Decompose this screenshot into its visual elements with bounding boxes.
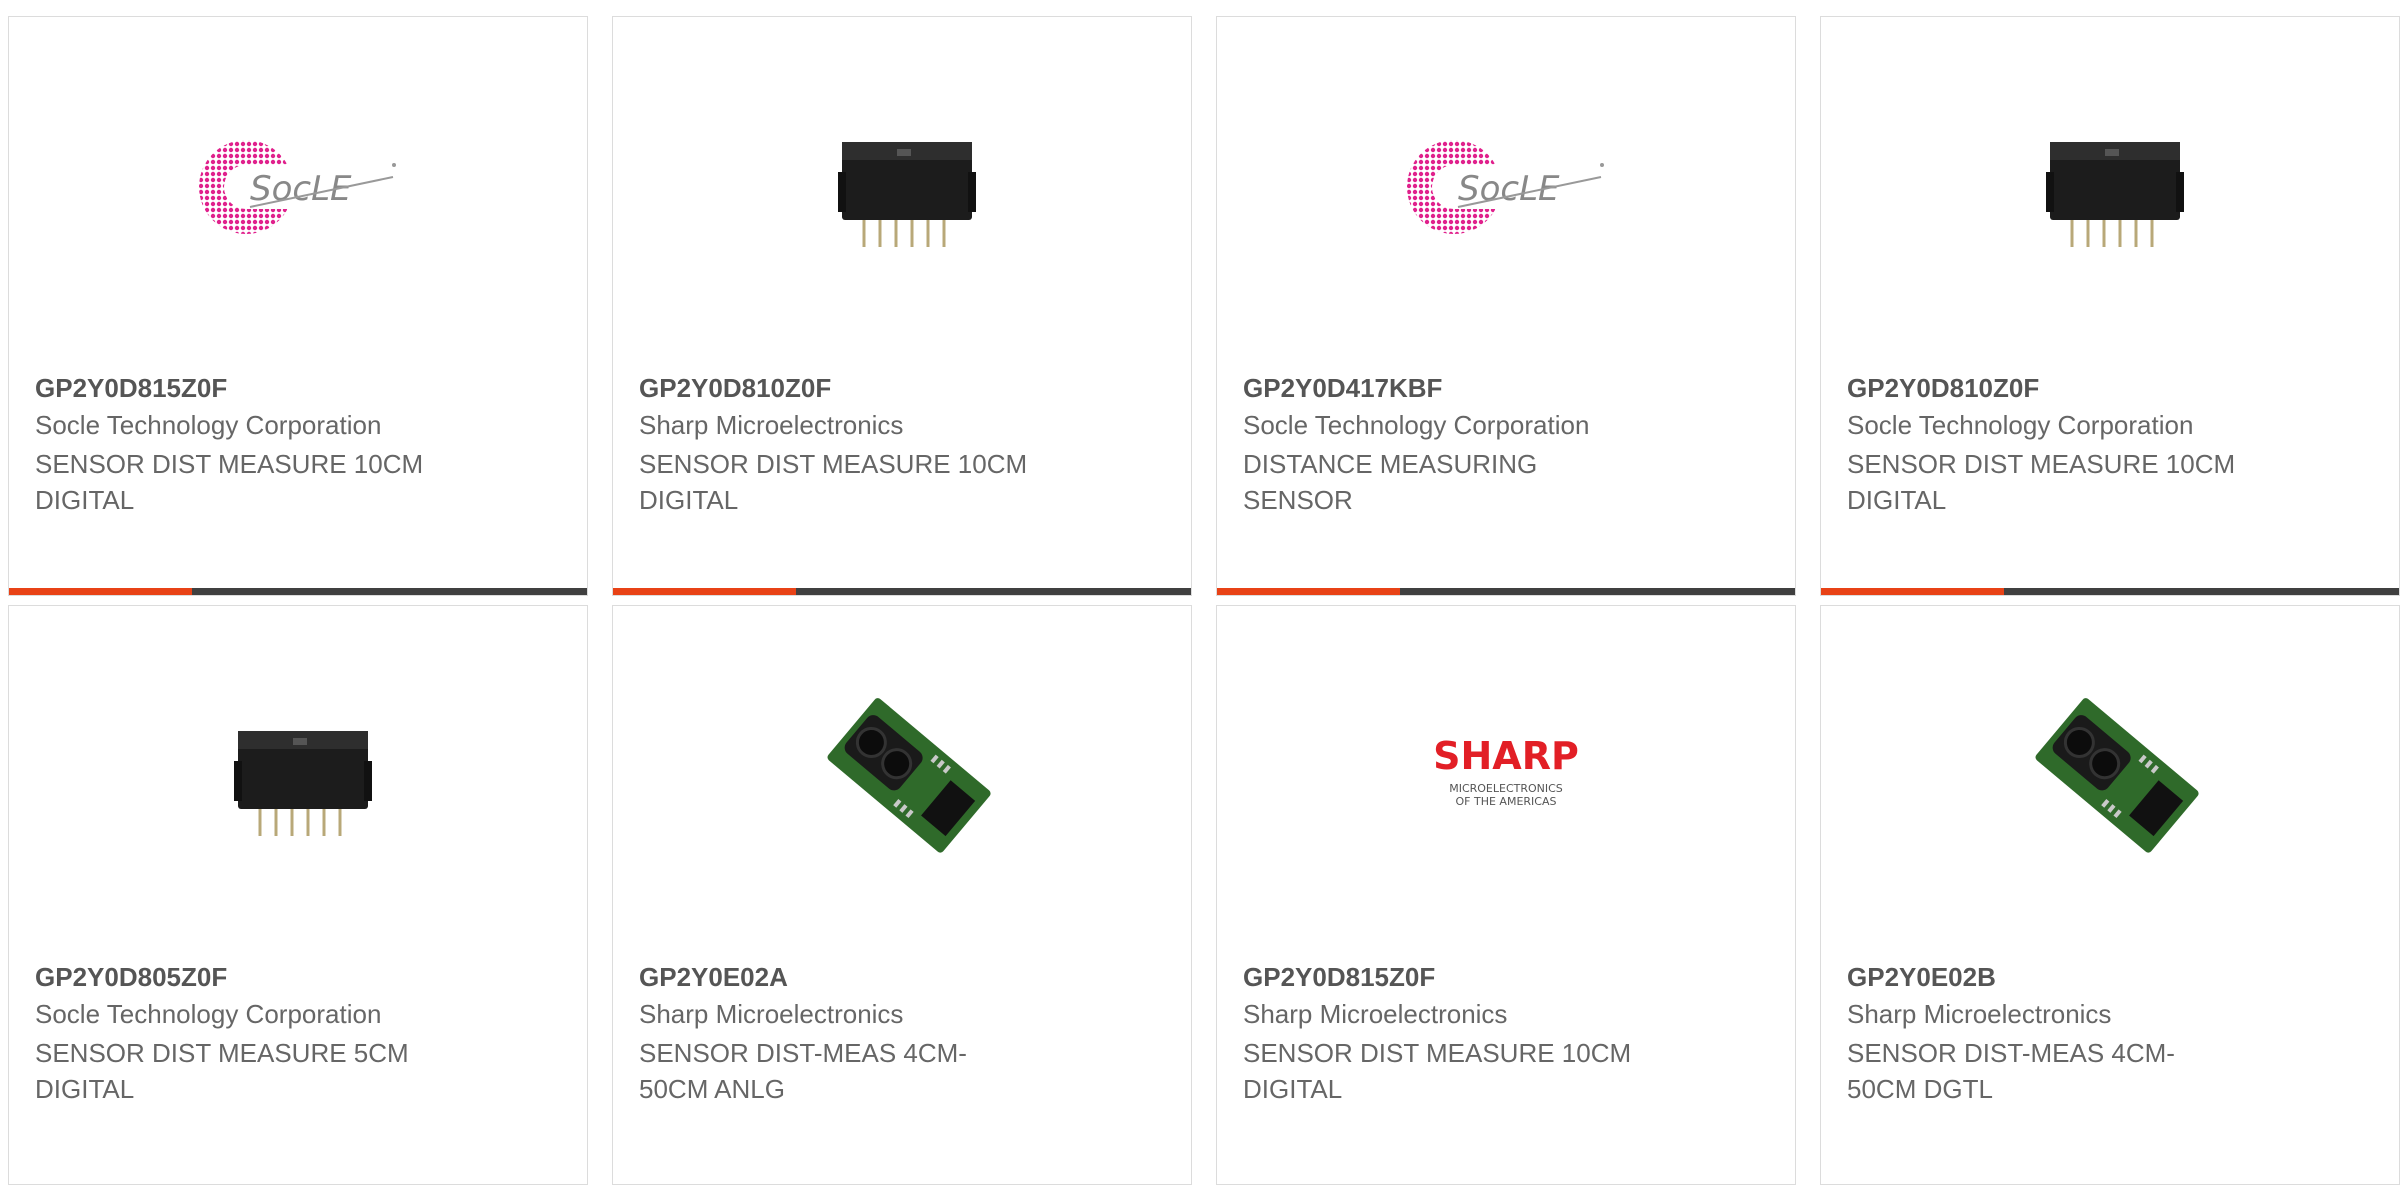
- product-card[interactable]: GP2Y0E02A Sharp Microelectronics SENSOR …: [612, 605, 1192, 1185]
- description-line-2: DIGITAL: [35, 485, 135, 515]
- part-number[interactable]: GP2Y0D815Z0F: [35, 373, 227, 404]
- description: SENSOR DIST MEASURE 10CM DIGITAL: [1847, 446, 2287, 518]
- product-card[interactable]: GP2Y0E02B Sharp Microelectronics SENSOR …: [1820, 605, 2400, 1185]
- description-line-1: SENSOR DIST MEASURE 10CM: [1243, 1038, 1632, 1068]
- description-line-1: SENSOR DIST MEASURE 5CM: [35, 1038, 409, 1068]
- card-bottom-bar: [1821, 588, 2399, 595]
- product-card[interactable]: SHARP MICROELECTRONICS OF THE AMERICAS G…: [1216, 605, 1796, 1185]
- socle-logo-image: SocLE: [198, 87, 398, 287]
- description-line-2: DIGITAL: [35, 1074, 135, 1104]
- card-bottom-bar: [9, 588, 587, 595]
- description-line-2: SENSOR: [1243, 485, 1353, 515]
- manufacturer: Socle Technology Corporation: [35, 999, 382, 1029]
- part-number[interactable]: GP2Y0E02B: [1847, 962, 1996, 993]
- description: SENSOR DIST MEASURE 5CM DIGITAL: [35, 1035, 475, 1107]
- black-sensor-module-image: [198, 676, 398, 876]
- description: DISTANCE MEASURING SENSOR: [1243, 446, 1683, 518]
- sharp-logo-image: SHARP MICROELECTRONICS OF THE AMERICAS: [1406, 676, 1606, 876]
- description: SENSOR DIST-MEAS 4CM- 50CM ANLG: [639, 1035, 1079, 1107]
- description: SENSOR DIST MEASURE 10CM DIGITAL: [639, 446, 1079, 518]
- manufacturer: Sharp Microelectronics: [639, 410, 904, 440]
- description-line-1: SENSOR DIST-MEAS 4CM-: [639, 1038, 967, 1068]
- green-pcb-sensor-image: [2010, 676, 2210, 876]
- card-bottom-bar: [613, 588, 1191, 595]
- manufacturer: Socle Technology Corporation: [1243, 410, 1590, 440]
- description-line-1: SENSOR DIST MEASURE 10CM: [1847, 449, 2236, 479]
- description-line-1: SENSOR DIST MEASURE 10CM: [35, 449, 424, 479]
- description-line-2: DIGITAL: [1847, 485, 1947, 515]
- card-accent-bar: [1217, 588, 1400, 595]
- sharp-logo-text: SHARP: [1433, 734, 1579, 778]
- green-pcb-sensor-image: [802, 676, 1002, 876]
- manufacturer: Sharp Microelectronics: [1243, 999, 1508, 1029]
- product-card[interactable]: GP2Y0D805Z0F Socle Technology Corporatio…: [8, 605, 588, 1185]
- product-card[interactable]: GP2Y0D810Z0F Sharp Microelectronics SENS…: [612, 16, 1192, 596]
- part-number[interactable]: GP2Y0E02A: [639, 962, 788, 993]
- sharp-logo-subtitle-2: OF THE AMERICAS: [1456, 795, 1557, 808]
- sharp-logo-subtitle-1: MICROELECTRONICS: [1449, 782, 1563, 795]
- product-card[interactable]: SocLE GP2Y0D417KBF Socle Technology Corp…: [1216, 16, 1796, 596]
- card-bottom-bar: [1217, 588, 1795, 595]
- product-card[interactable]: SocLE GP2Y0D815Z0F Socle Technology Corp…: [8, 16, 588, 596]
- description-line-2: DIGITAL: [639, 485, 739, 515]
- black-sensor-module-image: [2010, 87, 2210, 287]
- description-line-1: SENSOR DIST-MEAS 4CM-: [1847, 1038, 2175, 1068]
- card-accent-bar: [9, 588, 192, 595]
- card-accent-bar: [613, 588, 796, 595]
- description-line-1: SENSOR DIST MEASURE 10CM: [639, 449, 1028, 479]
- description-line-1: DISTANCE MEASURING: [1243, 449, 1538, 479]
- socle-logo-image: SocLE: [1406, 87, 1606, 287]
- product-card[interactable]: GP2Y0D810Z0F Socle Technology Corporatio…: [1820, 16, 2400, 596]
- part-number[interactable]: GP2Y0D815Z0F: [1243, 962, 1435, 993]
- part-number[interactable]: GP2Y0D805Z0F: [35, 962, 227, 993]
- part-number[interactable]: GP2Y0D810Z0F: [1847, 373, 2039, 404]
- black-sensor-module-image: [802, 87, 1002, 287]
- description: SENSOR DIST-MEAS 4CM- 50CM DGTL: [1847, 1035, 2287, 1107]
- description: SENSOR DIST MEASURE 10CM DIGITAL: [35, 446, 475, 518]
- manufacturer: Socle Technology Corporation: [35, 410, 382, 440]
- description-line-2: DIGITAL: [1243, 1074, 1343, 1104]
- manufacturer: Sharp Microelectronics: [1847, 999, 2112, 1029]
- part-number[interactable]: GP2Y0D417KBF: [1243, 373, 1442, 404]
- description: SENSOR DIST MEASURE 10CM DIGITAL: [1243, 1035, 1683, 1107]
- description-line-2: 50CM ANLG: [639, 1074, 785, 1104]
- manufacturer: Sharp Microelectronics: [639, 999, 904, 1029]
- description-line-2: 50CM DGTL: [1847, 1074, 1993, 1104]
- manufacturer: Socle Technology Corporation: [1847, 410, 2194, 440]
- part-number[interactable]: GP2Y0D810Z0F: [639, 373, 831, 404]
- card-accent-bar: [1821, 588, 2004, 595]
